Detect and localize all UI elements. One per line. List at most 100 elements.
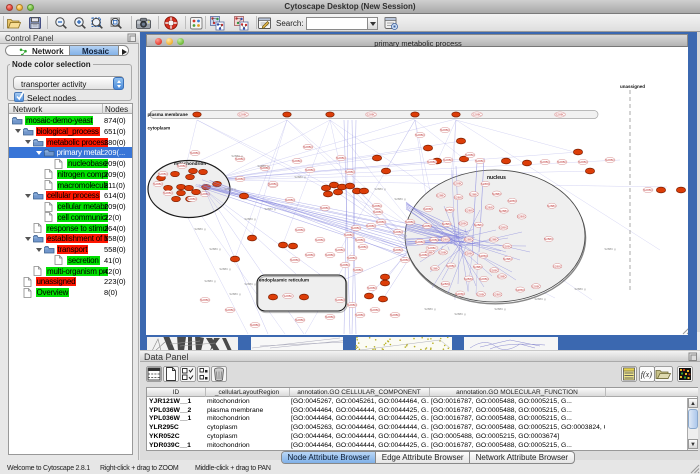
svg-text:S288C: S288C bbox=[355, 313, 365, 317]
svg-text:S288C: S288C bbox=[238, 113, 248, 117]
svg-text:S288C: S288C bbox=[578, 160, 588, 164]
svg-text:S288C: S288C bbox=[465, 252, 475, 256]
svg-text:S288C: S288C bbox=[250, 323, 260, 327]
svg-text:S288C: S288C bbox=[465, 153, 475, 157]
svg-text:cytoplasm: cytoplasm bbox=[148, 126, 171, 131]
svg-text:S288C: S288C bbox=[555, 113, 565, 117]
svg-text:S288C g: S288C g bbox=[244, 217, 256, 221]
svg-text:S288C: S288C bbox=[438, 251, 448, 255]
svg-text:S288C: S288C bbox=[493, 293, 503, 297]
svg-text:endoplasmic reticulum: endoplasmic reticulum bbox=[259, 278, 309, 283]
svg-text:S288C g: S288C g bbox=[494, 307, 506, 311]
svg-text:S288C: S288C bbox=[485, 206, 495, 210]
svg-text:S288C: S288C bbox=[353, 268, 363, 272]
svg-text:S288C: S288C bbox=[415, 133, 425, 137]
svg-text:S288C g: S288C g bbox=[194, 227, 206, 231]
svg-text:S288C: S288C bbox=[351, 226, 361, 230]
svg-text:S288C g: S288C g bbox=[534, 297, 546, 301]
svg-text:S288C: S288C bbox=[315, 238, 325, 242]
svg-text:S288C: S288C bbox=[305, 253, 315, 257]
svg-text:S288C: S288C bbox=[190, 151, 200, 155]
svg-text:S288C g: S288C g bbox=[244, 282, 256, 286]
svg-text:S288C: S288C bbox=[158, 172, 168, 176]
svg-text:S288C: S288C bbox=[347, 256, 357, 260]
svg-text:S288C g: S288C g bbox=[224, 187, 236, 191]
svg-text:S288C: S288C bbox=[187, 197, 197, 201]
svg-text:S288C: S288C bbox=[376, 220, 386, 224]
svg-text:S288C: S288C bbox=[390, 313, 400, 317]
svg-text:f(x): f(x) bbox=[641, 370, 652, 379]
svg-text:S288C: S288C bbox=[472, 113, 482, 117]
svg-text:S288C g: S288C g bbox=[604, 247, 616, 251]
svg-text:S288C g: S288C g bbox=[294, 175, 306, 179]
svg-text:S288C: S288C bbox=[355, 238, 365, 242]
svg-text:S288C: S288C bbox=[430, 266, 440, 270]
svg-text:S288C: S288C bbox=[464, 277, 474, 281]
svg-text:S288C: S288C bbox=[446, 264, 456, 268]
svg-text:S288C g: S288C g bbox=[264, 207, 276, 211]
svg-text:S288C: S288C bbox=[442, 222, 452, 226]
svg-text:S288C g: S288C g bbox=[574, 287, 586, 291]
svg-text:S288C: S288C bbox=[153, 182, 163, 186]
svg-text:S288C: S288C bbox=[436, 194, 446, 198]
svg-text:S288C: S288C bbox=[503, 244, 513, 248]
svg-text:S288C: S288C bbox=[292, 159, 302, 163]
svg-text:S288C: S288C bbox=[427, 246, 437, 250]
svg-text:S288C: S288C bbox=[320, 206, 330, 210]
svg-text:S288C g: S288C g bbox=[374, 187, 386, 191]
svg-text:S288C: S288C bbox=[440, 128, 450, 132]
svg-text:S288C: S288C bbox=[605, 158, 615, 162]
svg-text:S288C: S288C bbox=[465, 209, 475, 213]
svg-text:S288C: S288C bbox=[400, 258, 410, 262]
svg-text:S288C: S288C bbox=[325, 253, 335, 257]
svg-text:S288C: S288C bbox=[295, 228, 305, 232]
svg-text:S288C: S288C bbox=[540, 160, 550, 164]
svg-text:S288C: S288C bbox=[479, 254, 489, 258]
svg-text:S288C: S288C bbox=[393, 248, 403, 252]
svg-text:S288C: S288C bbox=[475, 159, 485, 163]
svg-text:S288C: S288C bbox=[517, 215, 527, 219]
svg-text:S288C: S288C bbox=[454, 195, 464, 199]
svg-text:plasma membrane: plasma membrane bbox=[148, 112, 189, 117]
svg-text:S288C: S288C bbox=[531, 284, 541, 288]
svg-text:S288C: S288C bbox=[295, 318, 305, 322]
svg-text:S288C: S288C bbox=[497, 275, 507, 279]
svg-text:S288C: S288C bbox=[335, 298, 345, 302]
svg-text:S288C: S288C bbox=[415, 240, 425, 244]
svg-text:S288C: S288C bbox=[464, 238, 474, 242]
svg-text:S288C: S288C bbox=[358, 245, 368, 249]
svg-text:S288C: S288C bbox=[305, 168, 315, 172]
svg-text:S288C: S288C bbox=[163, 191, 173, 195]
svg-text:S288C: S288C bbox=[225, 308, 235, 312]
svg-text:S288C: S288C bbox=[453, 182, 463, 186]
svg-text:S288C: S288C bbox=[473, 265, 483, 269]
svg-text:S288C: S288C bbox=[553, 264, 563, 268]
svg-text:S288C: S288C bbox=[235, 177, 245, 181]
svg-text:S288C: S288C bbox=[290, 258, 300, 262]
svg-text:S288C: S288C bbox=[373, 210, 383, 214]
svg-text:S288C: S288C bbox=[489, 238, 499, 242]
svg-text:S288C: S288C bbox=[443, 158, 453, 162]
svg-text:S288C: S288C bbox=[481, 182, 491, 186]
svg-text:S288C g: S288C g bbox=[209, 247, 221, 251]
svg-text:S288C: S288C bbox=[345, 170, 355, 174]
svg-text:S288C: S288C bbox=[325, 315, 335, 319]
svg-text:S288C: S288C bbox=[367, 286, 377, 290]
svg-text:S288C: S288C bbox=[476, 292, 486, 296]
svg-text:S288C: S288C bbox=[429, 238, 439, 242]
svg-text:S288C: S288C bbox=[557, 160, 567, 164]
svg-text:S288C: S288C bbox=[344, 233, 354, 237]
svg-text:S288C: S288C bbox=[285, 198, 295, 202]
svg-text:S288C: S288C bbox=[547, 204, 557, 208]
svg-text:S288C: S288C bbox=[490, 268, 500, 272]
svg-text:S288C: S288C bbox=[492, 192, 502, 196]
svg-text:S288C: S288C bbox=[516, 288, 526, 292]
svg-text:S288C g: S288C g bbox=[204, 279, 216, 283]
svg-text:S288C: S288C bbox=[393, 230, 403, 234]
svg-text:S288C: S288C bbox=[499, 209, 509, 213]
svg-text:S288C: S288C bbox=[469, 192, 479, 196]
svg-text:unassigned: unassigned bbox=[620, 84, 645, 89]
svg-text:S288C: S288C bbox=[424, 207, 434, 211]
svg-text:S288C: S288C bbox=[336, 156, 346, 160]
svg-text:S288C: S288C bbox=[366, 224, 376, 228]
